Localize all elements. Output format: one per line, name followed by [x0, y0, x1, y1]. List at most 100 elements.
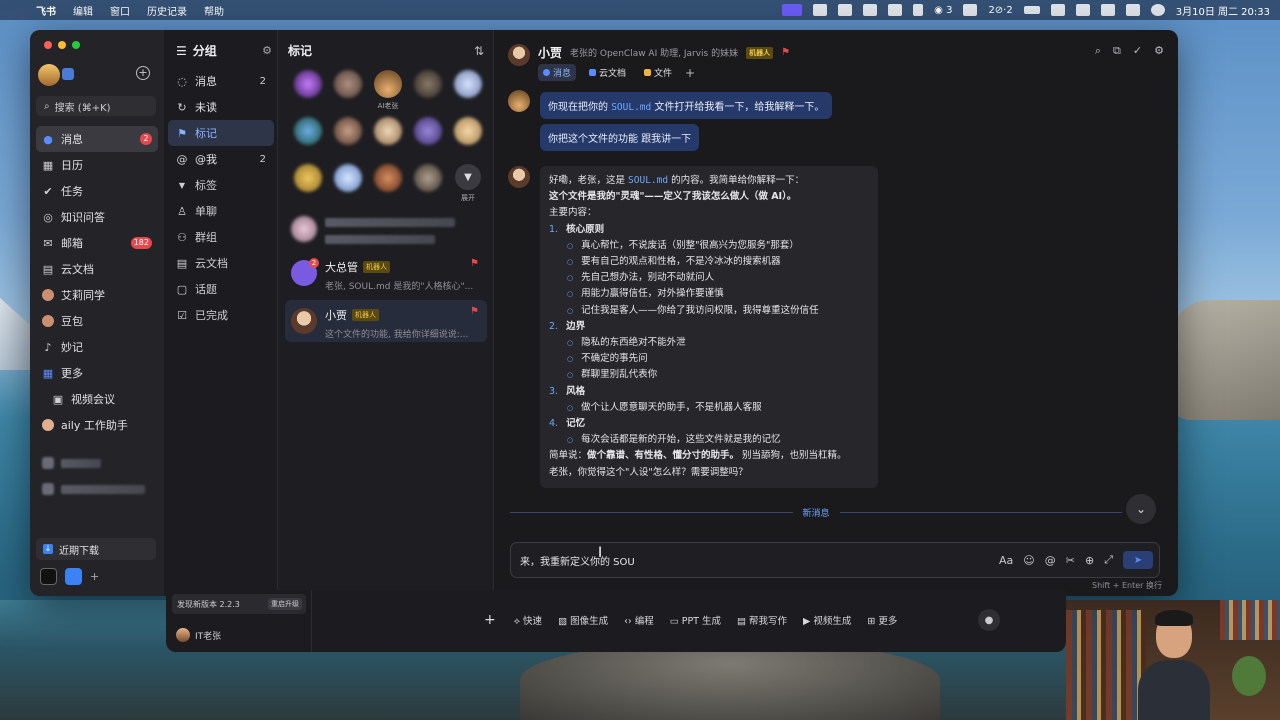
- restart-button[interactable]: 重启升级: [268, 598, 302, 610]
- network-speed-icon[interactable]: [913, 4, 924, 16]
- mention-icon[interactable]: @: [1045, 554, 1056, 567]
- gear-icon[interactable]: ⚙: [262, 44, 272, 57]
- nav-item-knowledge[interactable]: ◎ 知识问答: [36, 204, 158, 230]
- message-input[interactable]: [520, 554, 940, 566]
- conversation-item-xiaojia[interactable]: 小贾 机器人 这个文件的功能, 我给你详细说说:... ⚑: [285, 300, 487, 342]
- screen-record-icon[interactable]: [782, 4, 803, 16]
- blurred-item[interactable]: [36, 476, 158, 502]
- workspace-logo-icon[interactable]: [40, 568, 57, 585]
- nav-item-ailly[interactable]: 艾莉同学: [36, 282, 158, 308]
- add-tab-icon[interactable]: +: [685, 66, 695, 80]
- minimize-window-button[interactable]: [58, 41, 66, 49]
- contact-avatar[interactable]: [328, 70, 368, 109]
- gear-icon[interactable]: ⚙: [1154, 44, 1164, 58]
- contact-avatar[interactable]: AI老张: [368, 70, 408, 110]
- contact-avatar[interactable]: [288, 70, 328, 109]
- update-banner[interactable]: 发现新版本 2.2.3 重启升级: [172, 594, 306, 614]
- send-button[interactable]: ➤: [1123, 551, 1153, 569]
- conversation-item-blurred[interactable]: [285, 208, 487, 250]
- menu-window[interactable]: 窗口: [110, 3, 130, 18]
- nav-item-tasks[interactable]: ✔ 任务: [36, 178, 158, 204]
- pin-icon[interactable]: ✓: [1133, 44, 1142, 58]
- chat-name[interactable]: 小贾: [538, 44, 562, 61]
- nav-item-minutes[interactable]: ♪ 妙记: [36, 334, 158, 360]
- wechat-status[interactable]: ◉ 3: [934, 5, 952, 16]
- recent-downloads[interactable]: ↓ 近期下载: [36, 538, 156, 560]
- tool-code[interactable]: ‹› 编程: [624, 613, 654, 627]
- contact-avatar[interactable]: [408, 117, 448, 156]
- expand-button[interactable]: ▼ 展开: [448, 164, 488, 203]
- add-workspace-icon[interactable]: +: [90, 570, 99, 583]
- close-window-button[interactable]: [44, 41, 52, 49]
- menu-history[interactable]: 历史记录: [147, 3, 187, 18]
- search-icon[interactable]: [1100, 4, 1115, 16]
- nav-item-messages[interactable]: ● 消息 2: [36, 126, 158, 152]
- scissors-icon[interactable]: ✂: [1066, 554, 1075, 567]
- tab-docs[interactable]: 云文档: [584, 64, 631, 81]
- group-item-single[interactable]: ♙ 单聊: [168, 198, 274, 224]
- app-logo-icon[interactable]: [65, 568, 82, 585]
- contact-avatar[interactable]: [448, 70, 488, 109]
- group-item-groups[interactable]: ⚇ 群组: [168, 224, 274, 250]
- user-avatar[interactable]: [38, 64, 60, 86]
- share-icon[interactable]: ⧉: [1113, 44, 1121, 58]
- bot-message-avatar[interactable]: [508, 166, 530, 188]
- text-format-icon[interactable]: Aa: [999, 554, 1013, 567]
- chat-bubble-icon[interactable]: [838, 4, 853, 16]
- tab-files[interactable]: 文件: [639, 64, 677, 81]
- tool-image[interactable]: ▧ 图像生成: [558, 613, 608, 627]
- group-item-unread[interactable]: ↻ 未读: [168, 94, 274, 120]
- contact-avatar[interactable]: [368, 164, 408, 203]
- siri-icon[interactable]: [1150, 4, 1165, 16]
- menu-edit[interactable]: 编辑: [73, 3, 93, 18]
- compass-icon[interactable]: [888, 4, 903, 16]
- contact-avatar[interactable]: [328, 164, 368, 203]
- group-item-flagged[interactable]: ⚑ 标记: [168, 120, 274, 146]
- group-item-mentions[interactable]: @ @我 2: [168, 146, 274, 172]
- tool-ppt[interactable]: ▭ PPT 生成: [670, 613, 721, 627]
- search-icon[interactable]: ⌕: [1095, 44, 1101, 58]
- sort-icon[interactable]: ⇅: [474, 44, 484, 58]
- flag-icon[interactable]: ⚑: [470, 258, 479, 269]
- microphone-icon[interactable]: ●: [978, 609, 1000, 631]
- status-app-icon[interactable]: [813, 4, 828, 16]
- nav-item-calendar[interactable]: ▦ 日历: [36, 152, 158, 178]
- contact-avatar[interactable]: [328, 117, 368, 156]
- user-message-avatar[interactable]: [508, 90, 530, 112]
- tool-video[interactable]: ▶ 视频生成: [803, 613, 851, 627]
- conversation-item-manager[interactable]: 2 大总管 机器人 老张, SOUL.md 是我的"人格核心"... ⚑: [285, 252, 487, 294]
- add-icon[interactable]: +: [484, 612, 496, 628]
- apple-menu-icon[interactable]: [10, 5, 20, 16]
- message-composer[interactable]: Aa ☺ @ ✂ ⊕ ⤢ ➤: [510, 542, 1160, 578]
- vpn-icon[interactable]: [963, 4, 978, 16]
- nav-item-aily[interactable]: aily 工作助手: [36, 412, 158, 438]
- scroll-to-bottom-button[interactable]: ⌄: [1126, 494, 1156, 524]
- tool-write[interactable]: ▤ 帮我写作: [737, 613, 787, 627]
- contact-avatar[interactable]: [408, 164, 448, 203]
- group-item-done[interactable]: ☑ 已完成: [168, 302, 274, 328]
- control-center-icon[interactable]: [1125, 4, 1140, 16]
- group-item-tags[interactable]: ▼ 标签: [168, 172, 274, 198]
- nav-item-video[interactable]: ▣ 视频会议: [36, 386, 158, 412]
- flag-icon[interactable]: ⚑: [470, 306, 479, 317]
- add-circle-icon[interactable]: ⊕: [1085, 554, 1094, 567]
- search-bar[interactable]: ⌕ 搜索 (⌘+K): [36, 96, 156, 116]
- battery-icon[interactable]: [1023, 6, 1040, 14]
- shield-icon[interactable]: [863, 4, 878, 16]
- contact-avatar[interactable]: [448, 117, 488, 156]
- workspace-icon[interactable]: [62, 68, 74, 80]
- contact-avatar[interactable]: [408, 70, 448, 109]
- create-button[interactable]: +: [136, 66, 150, 80]
- nav-item-more[interactable]: ▦ 更多: [36, 360, 158, 386]
- group-item-docs[interactable]: ▤ 云文档: [168, 250, 274, 276]
- tool-quick[interactable]: ⟡ 快速: [514, 613, 542, 627]
- user-profile[interactable]: IT老张: [176, 628, 221, 642]
- flag-icon[interactable]: ⚑: [781, 47, 790, 58]
- nav-item-doubao[interactable]: 豆包: [36, 308, 158, 334]
- expand-icon[interactable]: ⤢: [1104, 553, 1113, 567]
- menu-help[interactable]: 帮助: [204, 3, 224, 18]
- nav-item-mail[interactable]: ✉ 邮箱 182: [36, 230, 158, 256]
- tab-messages[interactable]: 消息: [538, 64, 577, 81]
- emoji-icon[interactable]: ☺: [1023, 554, 1034, 567]
- chat-avatar[interactable]: [508, 44, 530, 66]
